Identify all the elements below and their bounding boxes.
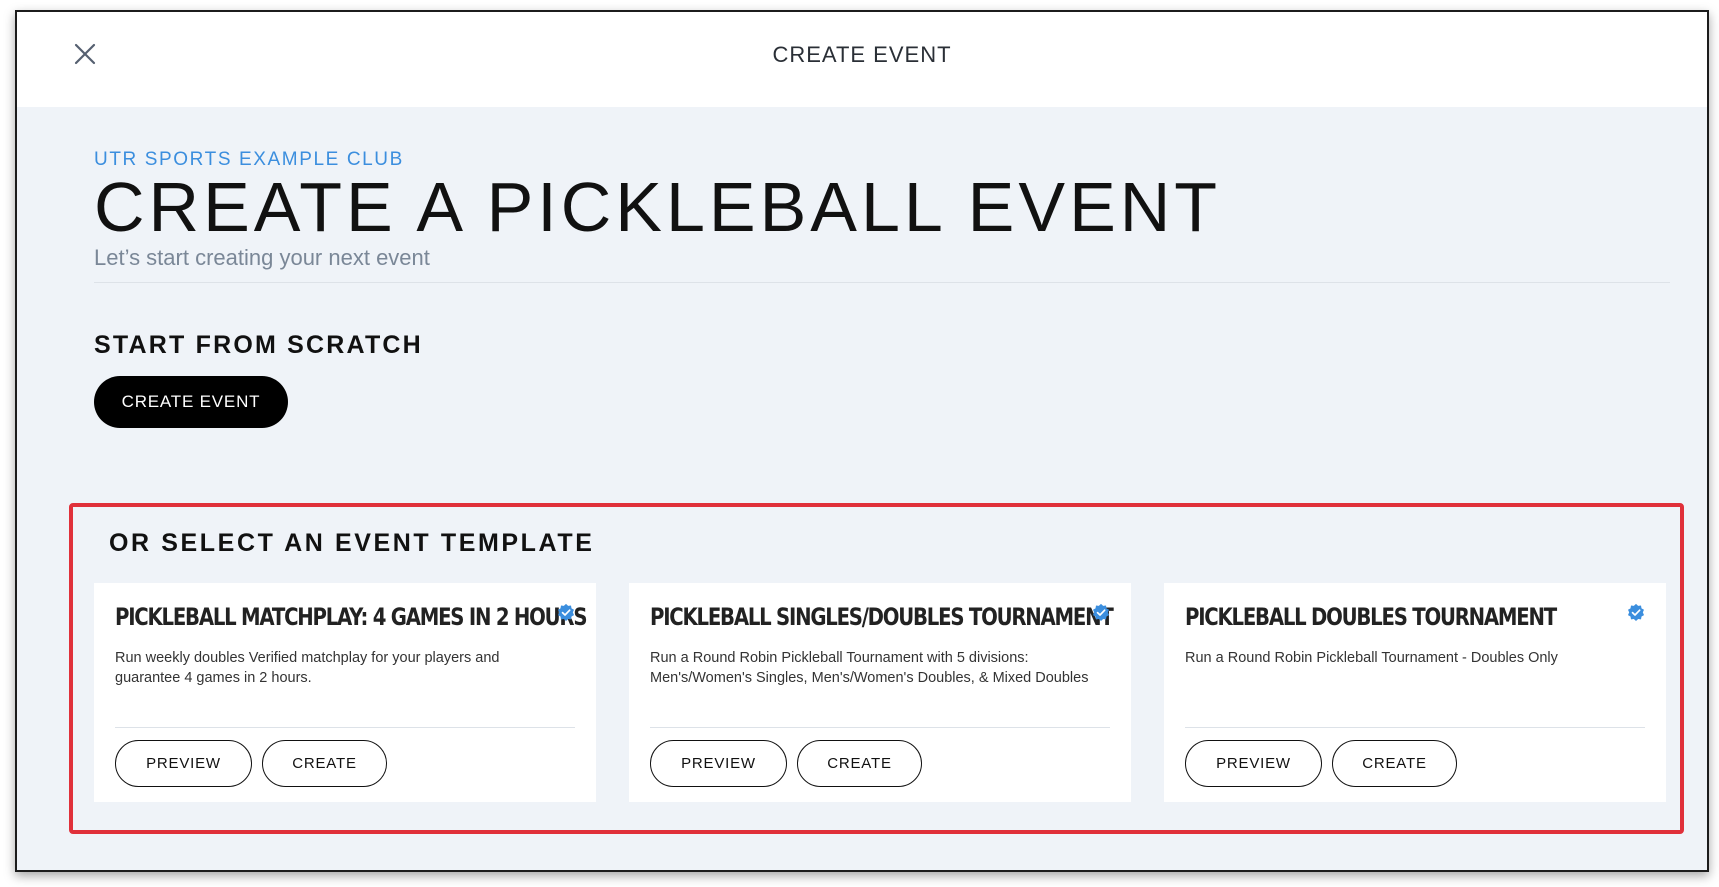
template-card-title: PICKLEBALL MATCHPLAY: 4 GAMES IN 2 HOURS (115, 603, 587, 631)
verified-badge-icon (558, 603, 574, 621)
page-title: CREATE A PICKLEBALL EVENT (94, 168, 1222, 246)
template-card-description: Run a Round Robin Pickleball Tournament … (650, 650, 1089, 686)
preview-button[interactable]: PREVIEW (650, 740, 787, 787)
template-heading: OR SELECT AN EVENT TEMPLATE (109, 529, 595, 557)
preview-button[interactable]: PREVIEW (115, 740, 252, 787)
template-card: PICKLEBALL DOUBLES TOURNAMENT Run a Roun… (1164, 583, 1666, 802)
create-template-button[interactable]: CREATE (1332, 740, 1457, 787)
template-card-description: Run a Round Robin Pickleball Tournament … (1185, 650, 1558, 666)
create-template-button[interactable]: CREATE (797, 740, 922, 787)
template-card-title: PICKLEBALL SINGLES/DOUBLES TOURNAMENT (650, 603, 1114, 631)
template-card-title: PICKLEBALL DOUBLES TOURNAMENT (1185, 603, 1557, 631)
create-event-button[interactable]: CREATE EVENT (94, 376, 288, 428)
preview-button[interactable]: PREVIEW (1185, 740, 1322, 787)
verified-badge-icon (1628, 603, 1644, 621)
modal-header: CREATE EVENT (17, 12, 1707, 107)
template-card-description: Run weekly doubles Verified matchplay fo… (115, 650, 500, 686)
modal-title: CREATE EVENT (772, 42, 952, 67)
card-divider (115, 727, 575, 728)
template-card: PICKLEBALL SINGLES/DOUBLES TOURNAMENT Ru… (629, 583, 1131, 802)
verified-badge-icon (1093, 603, 1109, 621)
card-divider (1185, 727, 1645, 728)
page-subtitle: Let’s start creating your next event (94, 245, 430, 270)
template-card: PICKLEBALL MATCHPLAY: 4 GAMES IN 2 HOURS… (94, 583, 596, 802)
scratch-heading: START FROM SCRATCH (94, 331, 423, 359)
divider (94, 282, 1670, 283)
card-divider (650, 727, 1110, 728)
modal-window: CREATE EVENT UTR SPORTS EXAMPLE CLUB CRE… (15, 10, 1709, 872)
create-template-button[interactable]: CREATE (262, 740, 387, 787)
